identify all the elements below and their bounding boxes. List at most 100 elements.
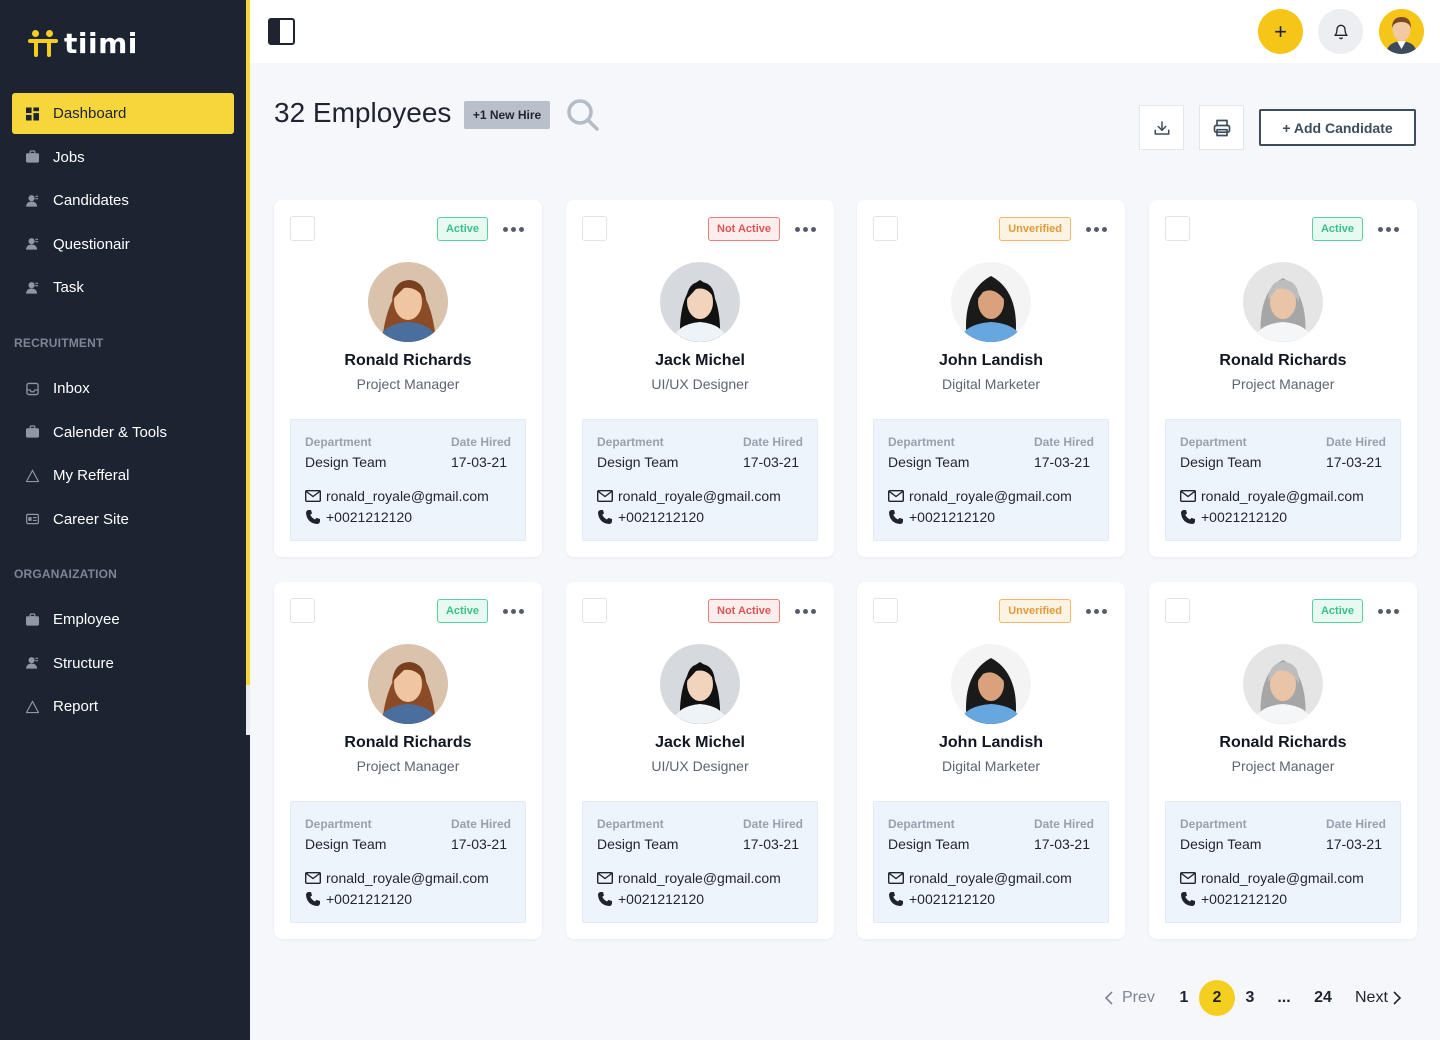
app-logo[interactable]: tiimi — [28, 26, 138, 60]
more-options-icon[interactable] — [1378, 227, 1399, 232]
phone-row[interactable]: +0021212120 — [1180, 891, 1287, 907]
sidebar-item-employee[interactable]: Employee — [12, 599, 234, 640]
select-checkbox[interactable] — [873, 598, 898, 623]
more-options-icon[interactable] — [503, 609, 524, 614]
add-button[interactable]: + — [1258, 9, 1303, 54]
sidebar-toggle-icon[interactable] — [268, 18, 295, 45]
phone-row[interactable]: +0021212120 — [888, 891, 995, 907]
select-checkbox[interactable] — [1165, 598, 1190, 623]
pagination-next-button[interactable]: Next — [1355, 980, 1405, 1016]
print-button[interactable] — [1199, 105, 1244, 150]
sidebar-item-report[interactable]: Report — [12, 686, 234, 727]
more-options-icon[interactable] — [1086, 609, 1107, 614]
more-options-icon[interactable] — [795, 609, 816, 614]
chevron-right-icon — [1393, 991, 1402, 1005]
mail-icon — [1180, 490, 1196, 502]
user-avatar[interactable] — [1379, 9, 1424, 54]
employee-name: Ronald Richards — [344, 352, 472, 369]
sidebar-item-dashboard[interactable]: Dashboard — [12, 93, 234, 134]
more-options-icon[interactable] — [1378, 609, 1399, 614]
email-row[interactable]: ronald_royale@gmail.com — [888, 870, 1072, 886]
pagination-page-label: 24 — [1314, 989, 1332, 1006]
department-value: Design Team — [1180, 836, 1262, 852]
sidebar-item-label: Report — [53, 698, 99, 715]
more-options-icon[interactable] — [1086, 227, 1107, 232]
phone-row[interactable]: +0021212120 — [888, 509, 995, 525]
employee-card[interactable]: Active Ronald Richards Project Manager Depa… — [274, 582, 542, 939]
pagination-page[interactable]: ... — [1266, 980, 1302, 1016]
employee-card[interactable]: Active Ronald Richards Project Manager Depa… — [1149, 200, 1417, 557]
email-row[interactable]: ronald_royale@gmail.com — [597, 870, 781, 886]
employee-card[interactable]: Unverified John Landish Digital Marketer De… — [857, 582, 1125, 939]
pagination-page[interactable]: 24 — [1305, 980, 1341, 1016]
bell-icon — [1333, 24, 1348, 39]
pagination-page[interactable]: 3 — [1232, 980, 1268, 1016]
date-hired-label: Date Hired — [742, 435, 803, 449]
sidebar-item-inbox[interactable]: Inbox — [12, 368, 234, 409]
phone-row[interactable]: +0021212120 — [1180, 509, 1287, 525]
email-row[interactable]: ronald_royale@gmail.com — [305, 870, 489, 886]
date-hired-label: Date Hired — [450, 435, 511, 449]
pagination-page[interactable]: 2 — [1199, 980, 1235, 1016]
department-label: Department — [597, 435, 664, 449]
date-hired-value: 17-03-21 — [742, 836, 799, 852]
status-badge: Not Active — [708, 217, 780, 241]
select-checkbox[interactable] — [1165, 216, 1190, 241]
mail-icon — [597, 490, 613, 502]
select-checkbox[interactable] — [290, 216, 315, 241]
employee-card[interactable]: Unverified John Landish Digital Marketer De… — [857, 200, 1125, 557]
employee-card[interactable]: Active Ronald Richards Project Manager Depa… — [274, 200, 542, 557]
email-row[interactable]: ronald_royale@gmail.com — [1180, 488, 1364, 504]
search-icon[interactable] — [566, 98, 600, 132]
phone-row[interactable]: +0021212120 — [305, 891, 412, 907]
select-checkbox[interactable] — [873, 216, 898, 241]
sidebar-item-label: Employee — [53, 611, 120, 628]
more-options-icon[interactable] — [795, 227, 816, 232]
sidebar-item-calender-tools[interactable]: Calender & Tools — [12, 412, 234, 453]
notification-button[interactable] — [1318, 9, 1363, 54]
date-hired-value: 17-03-21 — [450, 454, 507, 470]
sidebar-item-questionair[interactable]: Questionair — [12, 224, 234, 265]
mail-icon — [888, 490, 904, 502]
section-recruitment: RECRUITMENT — [14, 336, 104, 350]
phone-row[interactable]: +0021212120 — [597, 509, 704, 525]
date-hired-value: 17-03-21 — [1325, 454, 1382, 470]
email-row[interactable]: ronald_royale@gmail.com — [597, 488, 781, 504]
department-value: Design Team — [888, 836, 970, 852]
sidebar-item-career-site[interactable]: Career Site — [12, 499, 234, 540]
employee-info-panel: Department Date Hired Design Team 17-03-21 r… — [1165, 801, 1401, 923]
sidebar-item-my-refferal[interactable]: My Refferal — [12, 455, 234, 496]
employee-info-panel: Department Date Hired Design Team 17-03-21 r… — [873, 419, 1109, 541]
phone-row[interactable]: +0021212120 — [305, 509, 412, 525]
employee-name: John Landish — [939, 352, 1043, 369]
sidebar-scrollbar[interactable] — [246, 0, 250, 735]
pagination-prev-button[interactable]: Prev — [1104, 980, 1160, 1016]
sidebar-item-jobs[interactable]: Jobs — [12, 137, 234, 178]
department-label: Department — [305, 435, 372, 449]
sidebar-item-label: Career Site — [53, 510, 129, 528]
phone-row[interactable]: +0021212120 — [597, 891, 704, 907]
select-checkbox[interactable] — [582, 598, 607, 623]
more-options-icon[interactable] — [503, 227, 524, 232]
sidebar-item-structure[interactable]: Structure — [12, 643, 234, 684]
employee-photo — [1243, 644, 1323, 724]
sidebar-item-candidates[interactable]: Candidates — [12, 180, 234, 221]
employee-info-panel: Department Date Hired Design Team 17-03-21 r… — [290, 419, 526, 541]
employee-card[interactable]: Not Active Jack Michel UI/UX Designer Depar… — [566, 200, 834, 557]
add-candidate-button[interactable]: + Add Candidate — [1259, 109, 1416, 146]
select-checkbox[interactable] — [290, 598, 315, 623]
department-value: Design Team — [1180, 454, 1262, 470]
print-icon — [1213, 119, 1230, 136]
id-card-icon — [26, 513, 39, 526]
email-row[interactable]: ronald_royale@gmail.com — [1180, 870, 1364, 886]
pagination-page[interactable]: 1 — [1166, 980, 1202, 1016]
employee-card[interactable]: Active Ronald Richards Project Manager Depa… — [1149, 582, 1417, 939]
employee-email: ronald_royale@gmail.com — [326, 488, 489, 504]
user-icon — [26, 238, 39, 251]
email-row[interactable]: ronald_royale@gmail.com — [305, 488, 489, 504]
email-row[interactable]: ronald_royale@gmail.com — [888, 488, 1072, 504]
employee-card[interactable]: Not Active Jack Michel UI/UX Designer Depar… — [566, 582, 834, 939]
download-button[interactable] — [1139, 105, 1184, 150]
select-checkbox[interactable] — [582, 216, 607, 241]
sidebar-item-task[interactable]: Task — [12, 267, 234, 308]
